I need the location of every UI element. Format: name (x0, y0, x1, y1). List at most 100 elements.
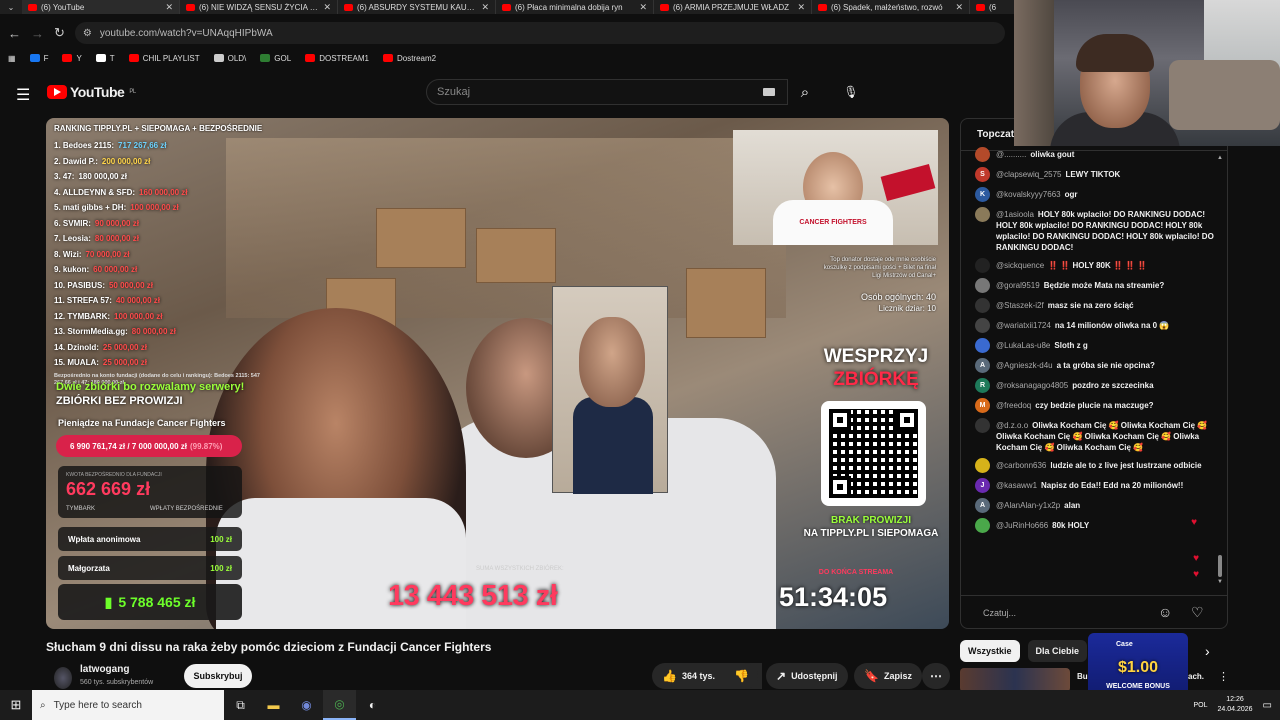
chat-avatar[interactable] (975, 278, 990, 293)
chat-author[interactable]: @LukaLas-u8e (996, 341, 1050, 350)
chat-author[interactable]: @.......... (996, 150, 1026, 159)
chrome-icon[interactable]: ◎ (323, 690, 356, 720)
emoji-icon[interactable]: ☺ (1158, 604, 1172, 620)
chat-avatar[interactable] (975, 318, 990, 333)
close-icon[interactable]: ✕ (797, 2, 805, 13)
chat-author[interactable]: @Staszek-i2f (996, 301, 1044, 310)
omnibox[interactable]: ⚙ youtube.com/watch?v=UNAqqHIPbWA (74, 22, 1005, 44)
browser-tab[interactable]: (6) ABSURDY SYSTEMU KAUCY ✕ (338, 0, 496, 14)
chat-avatar[interactable] (975, 418, 990, 433)
chat-input[interactable]: Czatuj... (983, 608, 1016, 618)
browser-tab[interactable]: (6) Spadek, małżeństwo, rozwó ✕ (812, 0, 970, 14)
channel-avatar[interactable] (54, 667, 72, 689)
menu-icon[interactable]: ☰ (16, 85, 30, 105)
taskbar-search[interactable]: ⌕ Type here to search (32, 690, 224, 720)
forward-icon[interactable]: → (31, 26, 44, 41)
bookmark-item[interactable]: Dostream2 (382, 54, 436, 63)
search-input[interactable]: Szukaj (426, 79, 788, 105)
voice-search-button[interactable]: 🎙 (840, 81, 862, 103)
chip-all[interactable]: Wszystkie (960, 640, 1020, 662)
close-icon[interactable]: ✕ (323, 2, 331, 13)
close-icon[interactable]: ✕ (165, 2, 173, 13)
language-indicator[interactable]: POL (1193, 702, 1207, 709)
chat-avatar[interactable] (975, 207, 990, 222)
chat-avatar[interactable]: M (975, 398, 990, 413)
bookmark-item[interactable]: GOL (260, 54, 291, 63)
chat-author[interactable]: @clapsewiq_2575 (996, 170, 1062, 179)
chat-avatar[interactable] (975, 298, 990, 313)
chat-avatar[interactable] (975, 147, 990, 162)
back-icon[interactable]: ← (8, 26, 21, 41)
chat-avatar[interactable] (975, 258, 990, 273)
chat-author[interactable]: @kasaww1 (996, 481, 1037, 490)
chevron-right-icon[interactable]: › (1205, 643, 1210, 659)
close-icon[interactable]: ✕ (639, 2, 647, 13)
notifications-icon[interactable]: ▭ (1263, 700, 1272, 711)
chat-avatar[interactable] (975, 518, 990, 533)
subscribe-button[interactable]: Subskrybuj (184, 664, 252, 688)
chat-avatar[interactable]: R (975, 378, 990, 393)
recommendation-title[interactable]: Bu (1077, 672, 1088, 681)
chat-avatar[interactable] (975, 338, 990, 353)
chat-avatar[interactable]: K (975, 187, 990, 202)
bookmark-item[interactable]: F (29, 54, 48, 63)
close-icon[interactable]: ✕ (481, 2, 489, 13)
start-button[interactable]: ⊞ (0, 690, 32, 720)
chat-author[interactable]: @1asioola (996, 210, 1034, 219)
chat-author[interactable]: @kovalskyyy7663 (996, 190, 1061, 199)
tab-search-button[interactable]: ⌄ (0, 0, 22, 14)
youtube-logo[interactable]: YouTube PL (47, 84, 136, 100)
scroll-up-icon[interactable]: ▲ (1217, 155, 1223, 161)
chat-avatar[interactable]: S (975, 167, 990, 182)
chat-author[interactable]: @wariatxii1724 (996, 321, 1051, 330)
chat-avatar[interactable]: J (975, 478, 990, 493)
dislike-button[interactable]: 👎 (726, 663, 758, 689)
bookmark-item[interactable]: OLD\ (213, 54, 246, 63)
browser-tab[interactable]: (6) ARMIA PRZEJMUJE WŁADZ ✕ (654, 0, 812, 14)
task-view-icon[interactable]: ⧉ (224, 690, 257, 720)
recommendation-title[interactable]: ach. (1188, 672, 1204, 681)
bookmark-item[interactable]: Y (62, 54, 82, 63)
youtube-icon (128, 54, 139, 62)
video-player[interactable]: CANCER FIGHTERS RANKING TIPPLY.PL + SIEP… (46, 118, 949, 629)
bookmark-item[interactable]: CHIL PLAYLIST (128, 54, 200, 63)
browser-tab[interactable]: (6) Płaca minimalna dobija ryn ✕ (496, 0, 654, 14)
bookmark-item[interactable]: T (95, 54, 115, 63)
chat-author[interactable]: @carbonn636 (996, 461, 1046, 470)
reload-icon[interactable]: ↻ (54, 25, 65, 41)
close-icon[interactable]: ✕ (955, 2, 963, 13)
apps-icon[interactable]: ▦ (8, 54, 16, 63)
chat-author[interactable]: @JuRinHo666 (996, 521, 1048, 530)
scroll-thumb[interactable] (1218, 555, 1222, 577)
share-button[interactable]: ↗ Udostępnij (766, 663, 848, 689)
file-explorer-icon[interactable]: ▬ (257, 690, 290, 720)
chat-avatar[interactable] (975, 458, 990, 473)
more-icon[interactable]: ⋮ (1218, 670, 1229, 683)
chat-author[interactable]: @goral9519 (996, 281, 1040, 290)
chat-author[interactable]: @AlanAlan-y1x2p (996, 501, 1060, 510)
clock[interactable]: 12:26 24.04.2026 (1218, 695, 1253, 715)
browser-tab[interactable]: (6) NIE WIDZĄ SENSU ŻYCIA - C ✕ (180, 0, 338, 14)
chat-author[interactable]: @freedoq (996, 401, 1031, 410)
search-button[interactable]: ⌕ (788, 79, 822, 105)
browser-tab[interactable]: (6) YouTube ✕ (22, 0, 180, 14)
chat-scrollbar[interactable]: ▲ ▼ (1217, 155, 1223, 585)
site-info-icon[interactable]: ⚙ (83, 28, 92, 39)
chat-author[interactable]: @sickquence (996, 261, 1044, 270)
bookmark-item[interactable]: DOSTREAM1 (305, 54, 369, 63)
chat-author[interactable]: @roksanagago4805 (996, 381, 1068, 390)
chat-author[interactable]: @d.z.o.o (996, 421, 1028, 430)
more-actions-button[interactable]: ⋯ (922, 663, 950, 689)
chat-avatar[interactable]: A (975, 498, 990, 513)
heart-icon[interactable]: ♡ (1191, 604, 1204, 621)
chat-avatar[interactable]: A (975, 358, 990, 373)
discord-icon[interactable]: ◉ (290, 690, 323, 720)
save-button[interactable]: 🔖 Zapisz (854, 663, 922, 689)
scroll-down-icon[interactable]: ▼ (1217, 579, 1223, 585)
keyboard-icon[interactable] (763, 88, 775, 96)
chip-for-you[interactable]: Dla Ciebie (1027, 640, 1088, 662)
channel-name[interactable]: latwogang (80, 664, 129, 675)
recommendation-item[interactable] (960, 668, 1080, 692)
chat-author[interactable]: @Agnieszk-d4u (996, 361, 1053, 370)
obs-icon[interactable]: ◐ (356, 690, 389, 720)
